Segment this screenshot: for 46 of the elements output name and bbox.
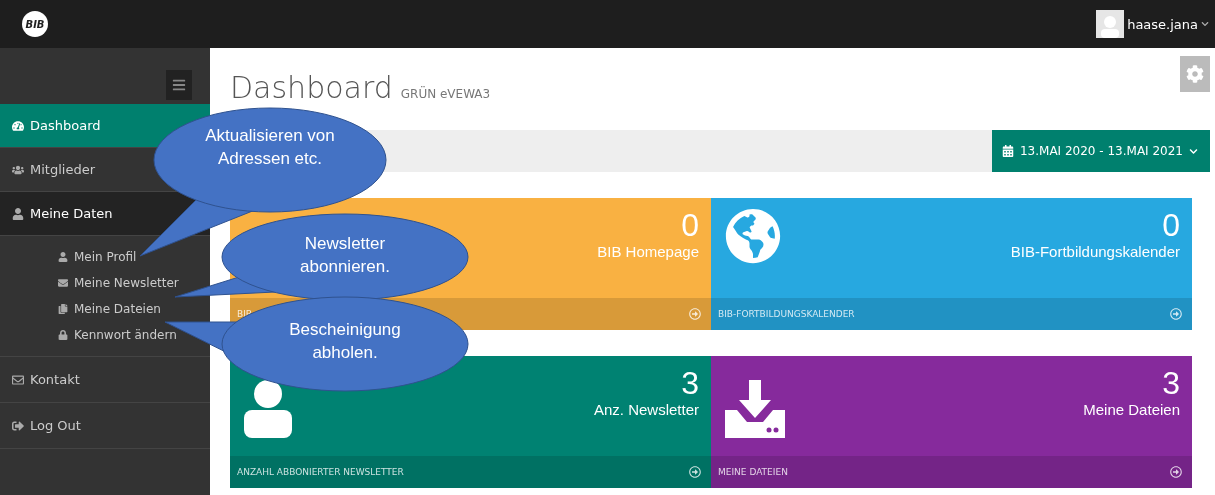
lock-icon [58, 330, 68, 340]
sidebar-subitem[interactable]: Kennwort ändern [0, 322, 210, 348]
page-title: Dashboard [230, 69, 393, 105]
tile-footer-label: ANZAHL ABBONIERTER NEWSLETTER [237, 467, 404, 477]
tile-count: 3 [681, 366, 699, 402]
tile-count: 0 [681, 208, 699, 244]
page-subtitle: GRÜN eVEWA3 [400, 86, 491, 101]
sidebar-item[interactable]: Kontakt [0, 357, 210, 403]
tile-label: BIB Homepage [597, 243, 699, 261]
stat-tile[interactable]: 3 Meine Dateien MEINE DATEIEN [711, 356, 1192, 488]
tile-label: Anz. Newsletter [593, 401, 699, 419]
chevron-down-icon[interactable] [1201, 20, 1209, 28]
arrow-right-icon[interactable] [1170, 466, 1182, 478]
tile-footer-label: BIB-FORTBILDUNGSKALENDER [718, 309, 855, 319]
sign-out-icon [12, 419, 24, 432]
sidebar-subitem[interactable]: Mein Profil [0, 244, 210, 270]
username-menu[interactable]: haase.jana [1127, 16, 1198, 32]
callout-tooltip-text: Newsletter abonnieren. [299, 233, 391, 278]
arrow-right-icon[interactable] [1170, 308, 1182, 320]
sidebar-subitem[interactable]: Meine Newsletter [0, 270, 210, 296]
user-icon [12, 207, 24, 220]
menu-button[interactable] [166, 70, 192, 100]
sidebar-subitem[interactable]: Meine Dateien [0, 296, 210, 322]
download-icon [725, 380, 785, 438]
sidebar-item[interactable]: Log Out [0, 403, 210, 449]
envelope-icon [12, 373, 24, 386]
globe-icon [725, 208, 781, 264]
dashboard-icon [12, 119, 24, 132]
calendar-icon [1001, 145, 1014, 157]
avatar [1096, 10, 1125, 38]
copy-icon [58, 304, 68, 314]
envelope-icon [58, 278, 68, 288]
user-icon [58, 252, 68, 262]
settings-icon [1186, 63, 1204, 85]
tile-footer-label: MEINE DATEIEN [718, 467, 788, 477]
tile-count: 0 [1162, 208, 1180, 244]
tile-count: 3 [1162, 366, 1180, 402]
date-range-button[interactable]: 13.MAI 2020 - 13.MAI 2021 [991, 130, 1210, 172]
tile-label: BIB-Fortbildungskalender [1010, 243, 1180, 261]
logo[interactable]: BIB [22, 11, 48, 37]
user-icon [244, 380, 292, 438]
chevron-down-icon [1189, 146, 1198, 156]
users-icon [12, 163, 24, 176]
tile-label: Meine Dateien [1083, 401, 1180, 419]
menu-icon [172, 78, 186, 92]
arrow-right-icon[interactable] [689, 466, 701, 478]
